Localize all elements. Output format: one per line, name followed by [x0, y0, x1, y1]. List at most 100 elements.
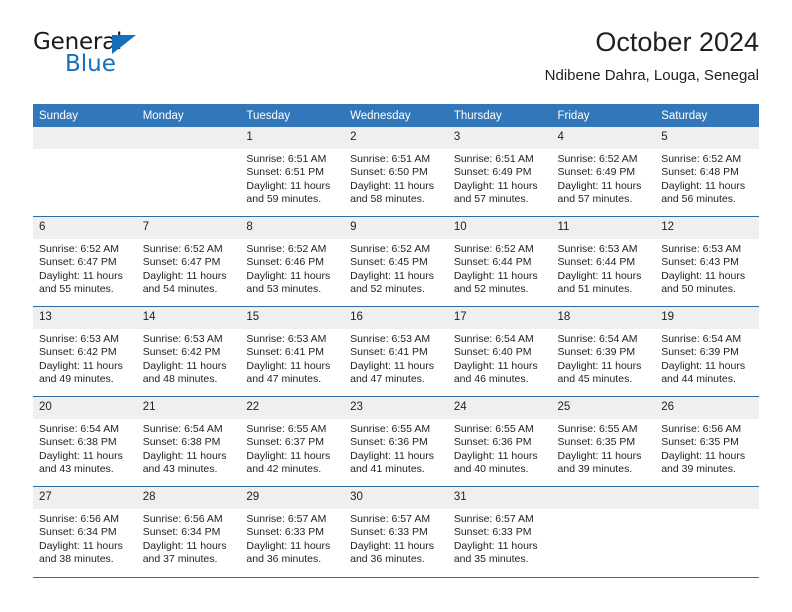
calendar-day-cell[interactable]: 4 Sunrise: 6:52 AM Sunset: 6:49 PM Daylight…: [551, 127, 656, 217]
sunrise-text: Sunrise: 6:57 AM: [350, 513, 431, 525]
weekday-header-thursday: Thursday: [447, 104, 552, 127]
day-cell-inner: 19 Sunrise: 6:54 AM Sunset: 6:39 PM Dayligh…: [655, 307, 759, 396]
calendar-day-cell[interactable]: 27 Sunrise: 6:56 AM Sunset: 6:34 PM Dayligh…: [33, 486, 137, 576]
day-number: 10: [447, 217, 552, 239]
sunrise-text: Sunrise: 6:53 AM: [142, 333, 223, 345]
daylight-text: Daylight: 11 hours and 52 minutes.: [350, 269, 434, 296]
day-cell-inner: 20 Sunrise: 6:54 AM Sunset: 6:38 PM Dayligh…: [33, 397, 137, 486]
day-cell-inner: 29 Sunrise: 6:57 AM Sunset: 6:33 PM Dayligh…: [240, 487, 345, 576]
day-number: 27: [33, 487, 137, 509]
calendar-day-cell[interactable]: 7 Sunrise: 6:52 AM Sunset: 6:47 PM Daylight…: [136, 216, 241, 307]
sunset-text: Sunset: 6:41 PM: [246, 346, 325, 359]
sunrise-text: Sunrise: 6:51 AM: [350, 153, 431, 165]
calendar-day-cell[interactable]: 2 Sunrise: 6:51 AM Sunset: 6:50 PM Daylight…: [344, 127, 448, 217]
day-number: 20: [33, 397, 137, 419]
calendar-day-cell[interactable]: 12 Sunrise: 6:53 AM Sunset: 6:43 PM Dayligh…: [655, 216, 759, 307]
calendar-day-cell[interactable]: 13 Sunrise: 6:53 AM Sunset: 6:42 PM Dayligh…: [33, 306, 137, 397]
day-number: 22: [240, 397, 345, 419]
calendar-day-cell[interactable]: 26 Sunrise: 6:56 AM Sunset: 6:35 PM Dayligh…: [655, 396, 759, 487]
sunset-text: Sunset: 6:34 PM: [39, 526, 117, 539]
day-cell-inner: 9 Sunrise: 6:52 AM Sunset: 6:45 PM Daylight…: [344, 217, 448, 306]
calendar-day-cell[interactable]: [136, 127, 241, 217]
calendar-day-cell[interactable]: 6 Sunrise: 6:52 AM Sunset: 6:47 PM Daylight…: [33, 216, 137, 307]
day-details: Sunrise: 6:54 AM Sunset: 6:39 PM Daylight:…: [552, 329, 656, 387]
calendar-day-cell[interactable]: 14 Sunrise: 6:53 AM Sunset: 6:42 PM Dayligh…: [136, 306, 241, 397]
calendar-day-cell[interactable]: 28 Sunrise: 6:56 AM Sunset: 6:34 PM Dayligh…: [136, 486, 241, 576]
calendar-day-cell[interactable]: [33, 127, 137, 217]
day-details: Sunrise: 6:56 AM Sunset: 6:34 PM Daylight:…: [33, 509, 137, 567]
day-number: 2: [344, 127, 448, 149]
calendar-day-cell[interactable]: 25 Sunrise: 6:55 AM Sunset: 6:35 PM Dayligh…: [551, 396, 656, 487]
calendar-day-cell[interactable]: 16 Sunrise: 6:53 AM Sunset: 6:41 PM Dayligh…: [344, 306, 448, 397]
day-cell-inner: [33, 127, 137, 216]
calendar-day-cell[interactable]: 22 Sunrise: 6:55 AM Sunset: 6:37 PM Dayligh…: [240, 396, 345, 487]
day-number: 4: [551, 127, 656, 149]
calendar-day-cell[interactable]: 29 Sunrise: 6:57 AM Sunset: 6:33 PM Dayligh…: [240, 486, 345, 576]
day-cell-inner: 15 Sunrise: 6:53 AM Sunset: 6:41 PM Dayligh…: [240, 307, 345, 396]
day-cell-inner: 21 Sunrise: 6:54 AM Sunset: 6:38 PM Dayligh…: [136, 397, 241, 486]
day-cell-inner: 6 Sunrise: 6:52 AM Sunset: 6:47 PM Daylight…: [33, 217, 137, 306]
sunrise-text: Sunrise: 6:56 AM: [661, 423, 742, 435]
calendar-day-cell[interactable]: 24 Sunrise: 6:55 AM Sunset: 6:36 PM Dayligh…: [447, 396, 552, 487]
day-number: [551, 487, 656, 509]
calendar-day-cell[interactable]: 1 Sunrise: 6:51 AM Sunset: 6:51 PM Daylight…: [240, 127, 345, 217]
sunset-text: Sunset: 6:44 PM: [557, 256, 636, 269]
day-cell-inner: 24 Sunrise: 6:55 AM Sunset: 6:36 PM Dayligh…: [447, 397, 552, 486]
sunset-text: Sunset: 6:49 PM: [453, 166, 532, 179]
day-cell-inner: 5 Sunrise: 6:52 AM Sunset: 6:48 PM Daylight…: [655, 127, 759, 216]
calendar-day-cell[interactable]: 8 Sunrise: 6:52 AM Sunset: 6:46 PM Daylight…: [240, 216, 345, 307]
sunrise-text: Sunrise: 6:52 AM: [557, 153, 638, 165]
day-details: Sunrise: 6:52 AM Sunset: 6:46 PM Daylight:…: [240, 239, 344, 297]
calendar-day-cell[interactable]: 3 Sunrise: 6:51 AM Sunset: 6:49 PM Daylight…: [447, 127, 552, 217]
day-details: Sunrise: 6:57 AM Sunset: 6:33 PM Daylight:…: [240, 509, 344, 567]
calendar-day-cell[interactable]: 23 Sunrise: 6:55 AM Sunset: 6:36 PM Dayligh…: [344, 396, 448, 487]
calendar-day-cell[interactable]: 5 Sunrise: 6:52 AM Sunset: 6:48 PM Daylight…: [655, 127, 759, 217]
day-details: Sunrise: 6:53 AM Sunset: 6:43 PM Daylight:…: [655, 239, 759, 297]
day-cell-inner: 22 Sunrise: 6:55 AM Sunset: 6:37 PM Dayligh…: [240, 397, 345, 486]
sunset-text: Sunset: 6:46 PM: [246, 256, 325, 269]
day-number: 7: [136, 217, 241, 239]
sunrise-text: Sunrise: 6:52 AM: [142, 243, 223, 255]
calendar-day-cell[interactable]: 20 Sunrise: 6:54 AM Sunset: 6:38 PM Dayligh…: [33, 396, 137, 487]
daylight-text: Daylight: 11 hours and 36 minutes.: [350, 539, 434, 566]
day-number: 11: [551, 217, 656, 239]
calendar-day-cell[interactable]: 21 Sunrise: 6:54 AM Sunset: 6:38 PM Dayligh…: [136, 396, 241, 487]
day-cell-inner: 11 Sunrise: 6:53 AM Sunset: 6:44 PM Dayligh…: [551, 217, 656, 306]
weekday-header-tuesday: Tuesday: [240, 104, 345, 127]
calendar-day-cell[interactable]: 15 Sunrise: 6:53 AM Sunset: 6:41 PM Dayligh…: [240, 306, 345, 397]
calendar-week-row: 13 Sunrise: 6:53 AM Sunset: 6:42 PM Dayligh…: [33, 306, 759, 397]
calendar-day-cell[interactable]: 31 Sunrise: 6:57 AM Sunset: 6:33 PM Dayligh…: [447, 486, 552, 576]
daylight-text: Daylight: 11 hours and 58 minutes.: [350, 179, 434, 206]
daylight-text: Daylight: 11 hours and 57 minutes.: [557, 179, 642, 206]
calendar-day-cell[interactable]: 17 Sunrise: 6:54 AM Sunset: 6:40 PM Dayligh…: [447, 306, 552, 397]
daylight-text: Daylight: 11 hours and 50 minutes.: [661, 269, 746, 296]
day-details: Sunrise: 6:52 AM Sunset: 6:49 PM Daylight:…: [552, 149, 656, 207]
day-cell-inner: 8 Sunrise: 6:52 AM Sunset: 6:46 PM Daylight…: [240, 217, 345, 306]
page-subtitle: Ndibene Dahra, Louga, Senegal: [544, 67, 759, 84]
calendar-day-cell[interactable]: 11 Sunrise: 6:53 AM Sunset: 6:44 PM Dayligh…: [551, 216, 656, 307]
day-number: 1: [240, 127, 345, 149]
calendar-day-cell[interactable]: [655, 486, 759, 576]
daylight-text: Daylight: 11 hours and 37 minutes.: [142, 539, 227, 566]
calendar-week-row: 1 Sunrise: 6:51 AM Sunset: 6:51 PM Daylight…: [33, 127, 759, 217]
calendar-day-cell[interactable]: 18 Sunrise: 6:54 AM Sunset: 6:39 PM Dayligh…: [551, 306, 656, 397]
sunrise-text: Sunrise: 6:51 AM: [453, 153, 534, 165]
daylight-text: Daylight: 11 hours and 59 minutes.: [246, 179, 331, 206]
day-details: Sunrise: 6:52 AM Sunset: 6:48 PM Daylight:…: [655, 149, 759, 207]
calendar-day-cell[interactable]: 9 Sunrise: 6:52 AM Sunset: 6:45 PM Daylight…: [344, 216, 448, 307]
calendar-day-cell[interactable]: 30 Sunrise: 6:57 AM Sunset: 6:33 PM Dayligh…: [344, 486, 448, 576]
sunrise-text: Sunrise: 6:53 AM: [557, 243, 638, 255]
title-block: October 2024 Ndibene Dahra, Louga, Seneg…: [545, 26, 759, 86]
day-details: Sunrise: 6:56 AM Sunset: 6:34 PM Daylight:…: [137, 509, 241, 567]
sunrise-text: Sunrise: 6:52 AM: [350, 243, 431, 255]
general-blue-logo: General Blue: [33, 31, 213, 87]
calendar-day-cell[interactable]: [551, 486, 656, 576]
day-cell-inner: [655, 487, 759, 576]
daylight-text: Daylight: 11 hours and 47 minutes.: [350, 359, 434, 386]
sunrise-text: Sunrise: 6:51 AM: [246, 153, 327, 165]
sunset-text: Sunset: 6:49 PM: [557, 166, 636, 179]
day-details: Sunrise: 6:54 AM Sunset: 6:39 PM Daylight:…: [655, 329, 759, 387]
calendar-day-cell[interactable]: 10 Sunrise: 6:52 AM Sunset: 6:44 PM Dayligh…: [447, 216, 552, 307]
calendar-day-cell[interactable]: 19 Sunrise: 6:54 AM Sunset: 6:39 PM Dayligh…: [655, 306, 759, 397]
sunrise-text: Sunrise: 6:56 AM: [39, 513, 119, 525]
